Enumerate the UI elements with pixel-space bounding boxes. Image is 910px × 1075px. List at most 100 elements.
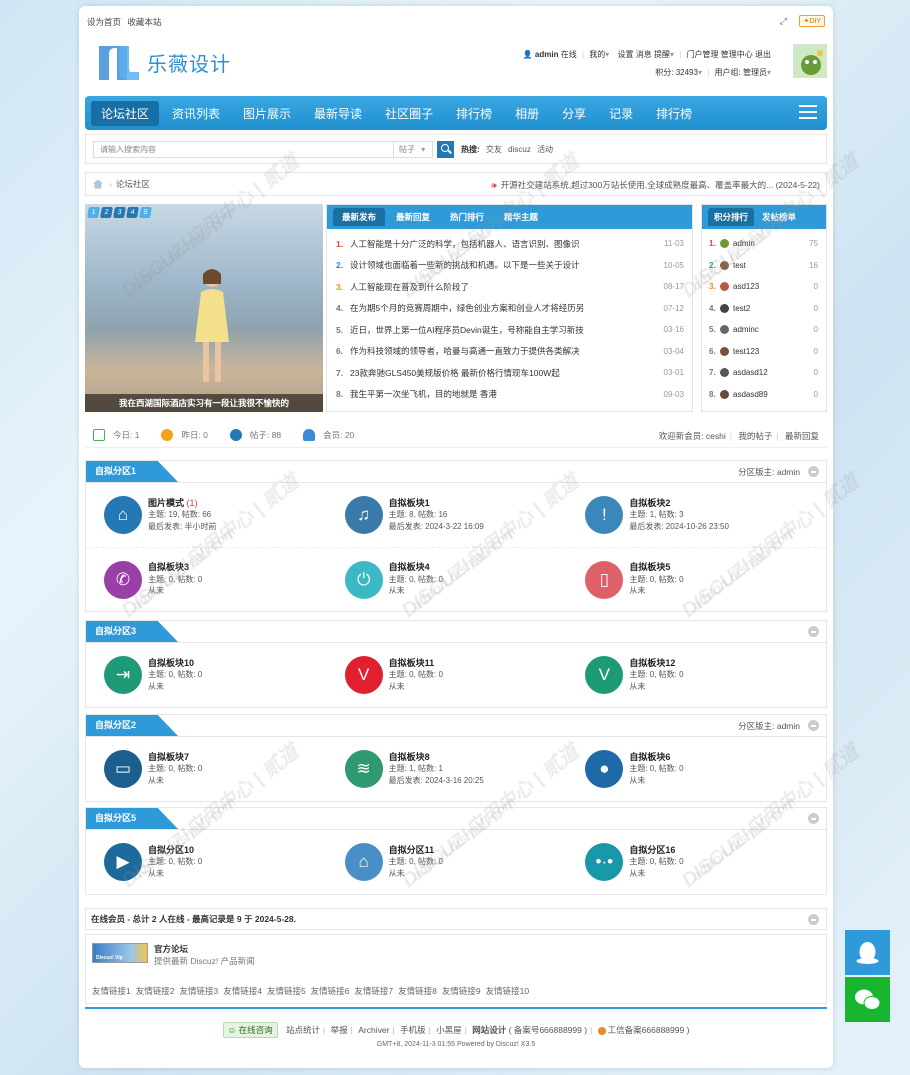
forum-name[interactable]: 自拟分区16 xyxy=(629,845,683,857)
forum-name-text[interactable]: 自拟板块10 xyxy=(148,658,194,668)
my-posts-link[interactable]: 我的帖子 xyxy=(738,431,772,441)
logout-link[interactable]: 退出 xyxy=(755,50,771,59)
forum-last-post[interactable]: 从未 xyxy=(629,585,683,597)
forum-item[interactable]: ! 自拟板块2 主题: 1, 帖数: 3 最后发表: 2024-10-26 23:50 xyxy=(585,496,826,534)
forum-name[interactable]: 自拟板块2 xyxy=(629,498,729,510)
site-name-footer[interactable]: 网站设计 xyxy=(472,1025,506,1035)
bookmark-link[interactable]: 收藏本站 xyxy=(127,17,161,27)
hot-tag[interactable]: 活动 xyxy=(537,145,553,154)
collapse-icon[interactable] xyxy=(808,813,819,824)
slider-page[interactable]: 1 xyxy=(87,207,100,218)
post-title[interactable]: 23款奔驰GLS450美规版价格 最新价格行情现车100W起 xyxy=(350,367,656,379)
forum-item[interactable]: ✆ 自拟板块3 主题: 0, 帖数: 0 从未 xyxy=(104,560,345,599)
new-member[interactable]: 欢迎新会员: ceshi xyxy=(659,431,726,441)
forum-last-post[interactable]: 从未 xyxy=(148,868,202,880)
friend-link[interactable]: 友情链接3 xyxy=(179,986,218,996)
rank-username[interactable]: test xyxy=(733,261,809,270)
forum-name[interactable]: 自拟板块12 xyxy=(629,658,683,670)
friend-link[interactable]: 友情链接9 xyxy=(442,986,481,996)
tab-digest[interactable]: 精华主题 xyxy=(495,208,547,226)
footer-link[interactable]: 手机版 xyxy=(400,1025,426,1035)
power-icon[interactable]: ⏻ xyxy=(344,560,383,599)
forum-last-post[interactable]: 从未 xyxy=(389,868,443,880)
friend-link[interactable]: 友情链接8 xyxy=(398,986,437,996)
tab-credit-rank[interactable]: 积分排行 xyxy=(708,208,755,226)
tab-post-rank[interactable]: 发帖榜单 xyxy=(756,208,802,226)
wifi-icon[interactable]: ≋ xyxy=(344,750,383,788)
forum-name-text[interactable]: 自拟分区16 xyxy=(629,845,675,855)
forum-last-post[interactable]: 从未 xyxy=(148,681,202,693)
nav-item-album[interactable]: 相册 xyxy=(505,101,549,126)
group-header[interactable]: 自拟分区1 分区版主: admin xyxy=(86,461,826,483)
gongan-record[interactable]: 工信备案666888999 ) xyxy=(608,1025,690,1035)
wechat-float-button[interactable] xyxy=(845,977,890,1022)
nav-item-guide[interactable]: 最新导读 xyxy=(304,101,372,126)
group-title[interactable]: 自拟分区3 xyxy=(86,621,178,642)
tab-latest-reply[interactable]: 最新回复 xyxy=(387,208,439,226)
post-title[interactable]: 作为科技领域的领导者，哈曼与高通一直致力于提供各类解决 xyxy=(350,345,656,357)
folder-icon[interactable]: ▭ xyxy=(104,750,142,788)
forum-name[interactable]: 自拟板块11 xyxy=(389,658,443,670)
music-icon[interactable]: ♫ xyxy=(344,496,383,534)
rank-item[interactable]: 5. adminc 0 xyxy=(709,319,818,341)
collapse-icon[interactable] xyxy=(808,914,819,925)
forum-last-post[interactable]: 从未 xyxy=(148,775,202,787)
forum-last-post[interactable]: 从未 xyxy=(389,585,443,597)
slider-page[interactable]: 3 xyxy=(113,207,126,218)
slider-page[interactable]: 4 xyxy=(126,207,139,218)
collapse-icon[interactable] xyxy=(808,626,819,637)
post-item[interactable]: 4. 在为期5个月的竞赛周期中，绿色创业方案和创业人才将经历另 07-12 xyxy=(336,298,684,320)
forum-item[interactable]: V 自拟板块11 主题: 0, 帖数: 0 从未 xyxy=(344,656,586,694)
house-icon[interactable]: ⌂ xyxy=(344,843,383,881)
rank-username[interactable]: test123 xyxy=(733,347,814,356)
tab-latest[interactable]: 最新发布 xyxy=(333,208,386,226)
mic-icon[interactable]: ● xyxy=(585,750,624,788)
nav-item-records[interactable]: 记录 xyxy=(599,101,643,126)
post-title[interactable]: 我生平第一次坐飞机，目的地就是 香港 xyxy=(350,388,656,400)
forum-item[interactable]: ⌂ 自拟分区11 主题: 0, 帖数: 0 从未 xyxy=(344,843,586,881)
rank-username[interactable]: admin xyxy=(733,239,809,248)
friend-link[interactable]: 友情链接6 xyxy=(311,986,350,996)
forum-name-text[interactable]: 自拟板块12 xyxy=(629,658,675,668)
nav-item-share[interactable]: 分享 xyxy=(552,101,596,126)
forum-name[interactable]: 自拟板块5 xyxy=(629,562,683,574)
forum-last-post[interactable]: 最后发表: 2024-3-22 16:09 xyxy=(389,521,484,533)
announcement[interactable]: 🕪 开源社交建站系统,超过300万站长使用,全球成熟度最高、覆盖率最大的... (… xyxy=(491,179,820,191)
hot-tag[interactable]: 交友 xyxy=(486,145,502,154)
friend-link[interactable]: 友情链接1 xyxy=(92,986,131,996)
group-header[interactable]: 自拟分区5 xyxy=(86,808,826,830)
fullscreen-icon[interactable]: ⤢ xyxy=(780,16,787,27)
link-title[interactable]: 官方论坛 xyxy=(154,943,188,955)
friend-link[interactable]: 友情链接7 xyxy=(354,986,393,996)
post-item[interactable]: 6. 作为科技领域的领导者，哈曼与高通一直致力于提供各类解决 03-04 xyxy=(336,341,684,363)
rank-item[interactable]: 7. asdasd12 0 xyxy=(709,362,818,384)
post-title[interactable]: 设计领域也面临着一些新的挑战和机遇。以下是一些关于设计 xyxy=(350,259,656,271)
forum-last-post[interactable]: 从未 xyxy=(629,868,683,880)
rank-username[interactable]: adminc xyxy=(733,325,814,334)
discuz-logo[interactable]: Discuz! Vip xyxy=(92,943,148,963)
group-moderator[interactable]: 分区版主: admin xyxy=(738,466,800,478)
rank-item[interactable]: 1. admin 75 xyxy=(709,233,818,255)
vine-icon[interactable]: V xyxy=(585,656,624,694)
forum-name[interactable]: 自拟板块4 xyxy=(389,562,443,574)
usergroup-menu[interactable]: 用户组: 管理员 xyxy=(715,68,767,77)
post-item[interactable]: 7. 23款奔驰GLS450美规版价格 最新价格行情现车100W起 03-01 xyxy=(336,362,684,384)
rank-item[interactable]: 3. asd123 0 xyxy=(709,276,818,298)
hot-tag[interactable]: discuz xyxy=(508,145,531,154)
forum-last-post[interactable]: 最后发表: 2024-10-26 23:50 xyxy=(629,521,729,533)
forum-last-post[interactable]: 从未 xyxy=(629,775,683,787)
footer-link[interactable]: Archiver xyxy=(358,1025,389,1035)
forum-item[interactable]: ♫ 自拟板块1 主题: 8, 帖数: 16 最后发表: 2024-3-22 16:09 xyxy=(344,496,586,534)
forum-item[interactable]: ▯ 自拟板块5 主题: 0, 帖数: 0 从未 xyxy=(585,560,826,599)
portal-admin-link[interactable]: 门户管理 xyxy=(687,50,719,59)
search-type-select[interactable]: 帖子 ▾ xyxy=(393,140,433,158)
post-item[interactable]: 2. 设计领域也面临着一些新的挑战和机遇。以下是一些关于设计 10-05 xyxy=(336,255,684,277)
group-moderator[interactable]: 分区版主: admin xyxy=(738,720,800,732)
forum-item[interactable]: •·• 自拟分区16 主题: 0, 帖数: 0 从未 xyxy=(585,843,826,881)
icp-record[interactable]: ( 备案号666888999 ) xyxy=(509,1025,587,1035)
play-icon[interactable]: ▶ xyxy=(104,843,142,881)
set-home-link[interactable]: 设为首页 xyxy=(87,17,121,27)
tab-hot[interactable]: 热门排行 xyxy=(441,208,493,226)
friend-link[interactable]: 友情链接4 xyxy=(223,986,262,996)
nav-item-ranking[interactable]: 排行榜 xyxy=(446,101,502,126)
